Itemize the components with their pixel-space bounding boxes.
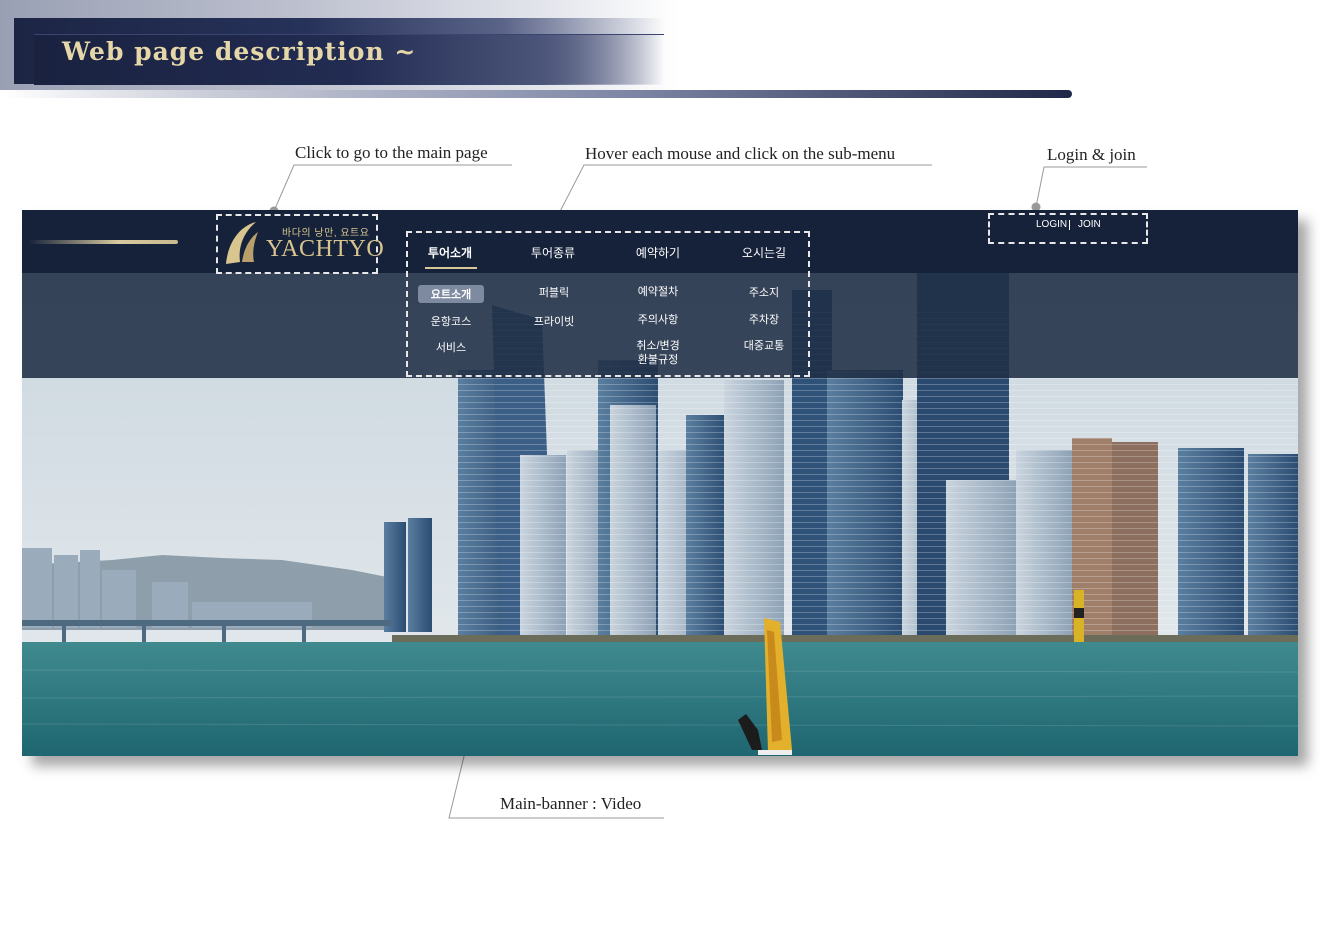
logo-wordmark[interactable]: YACHTYO xyxy=(266,236,384,263)
submenu-course[interactable]: 운항코스 xyxy=(406,315,496,329)
nav-decoration-line xyxy=(28,240,178,244)
menu-reservation[interactable]: 예약하기 xyxy=(613,244,703,261)
menu-tour-types[interactable]: 투어종류 xyxy=(508,244,598,261)
annotation-menu: Hover each mouse and click on the sub-me… xyxy=(585,144,896,163)
submenu-public-transport[interactable]: 대중교통 xyxy=(719,339,809,353)
submenu-procedure[interactable]: 예약절차 xyxy=(613,285,703,299)
submenu-parking[interactable]: 주차장 xyxy=(719,313,809,327)
annotation-login: Login & join xyxy=(1047,145,1136,164)
annotation-logo: Click to go to the main page xyxy=(295,143,488,162)
menu-tour-intro[interactable]: 투어소개 xyxy=(405,244,495,261)
submenu-notice[interactable]: 주의사항 xyxy=(613,313,703,327)
submenu-public[interactable]: 퍼블릭 xyxy=(509,286,599,300)
submenu-address[interactable]: 주소지 xyxy=(719,286,809,300)
join-link[interactable]: JOIN xyxy=(1078,219,1101,230)
menu-directions[interactable]: 오시는길 xyxy=(719,244,809,261)
website-mockup: 바다의 낭만, 요트요 YACHTYO 투어소개 투어종류 예약하기 오시는길 … xyxy=(22,210,1298,756)
yacht-sail-logo-icon[interactable] xyxy=(222,218,262,266)
login-join-separator xyxy=(1069,220,1070,230)
login-link[interactable]: LOGIN xyxy=(1036,219,1067,230)
submenu-yacht-intro[interactable]: 요트소개 xyxy=(406,288,496,302)
submenu-service[interactable]: 서비스 xyxy=(406,341,496,355)
annotation-banner: Main-banner : Video xyxy=(500,794,642,813)
active-menu-underline xyxy=(425,267,477,269)
submenu-cancel-refund[interactable]: 취소/변경 환불규정 xyxy=(613,339,703,367)
submenu-private[interactable]: 프라이빗 xyxy=(509,315,599,329)
login-join-highlight-box xyxy=(988,213,1148,244)
